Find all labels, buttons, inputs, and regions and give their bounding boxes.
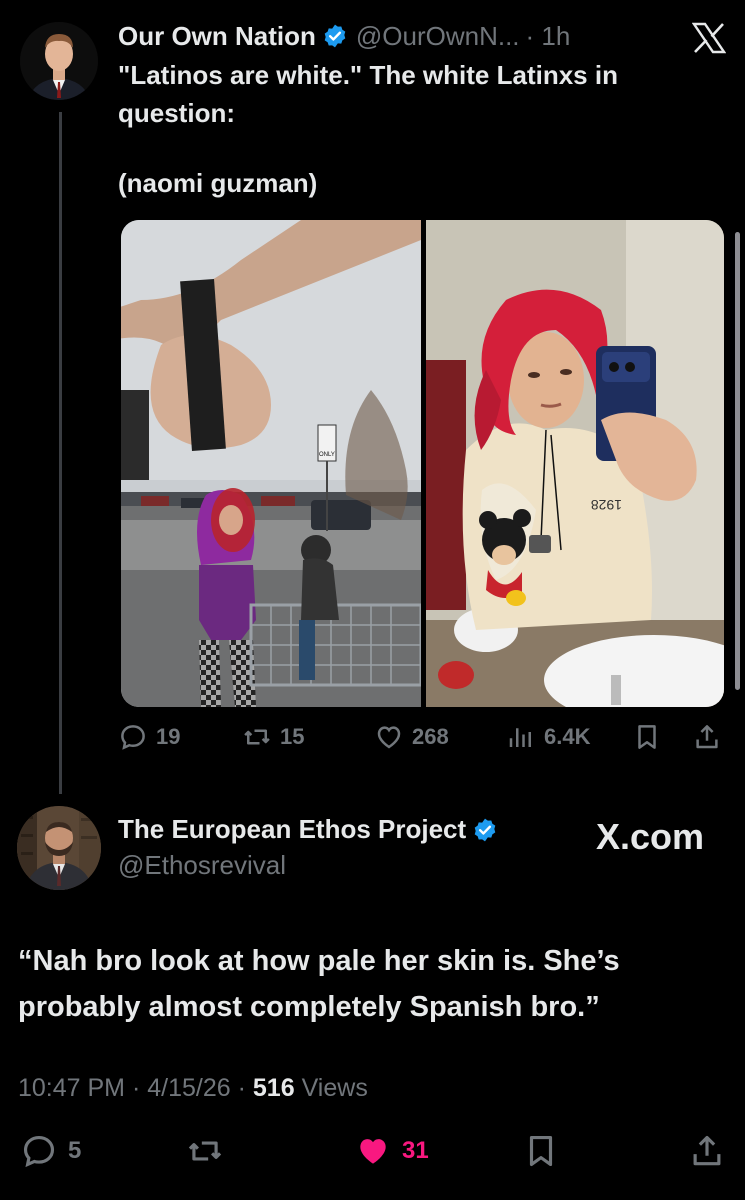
tweet1-header: Our Own Nation @OurOwnN... · 1h [118,18,570,54]
like-icon [360,1139,386,1164]
verified-badge-icon [324,24,346,48]
media-photo-bodycam[interactable]: ONLY [121,220,421,707]
tweet2-share-button[interactable] [688,1132,726,1170]
tweet1-repost-count: 15 [280,724,305,749]
hoodie-text: 1928 [591,497,622,513]
avatar-european-ethos-project[interactable] [17,806,101,890]
tweet2-reply-count: 5 [68,1137,82,1164]
tweet1-like-button[interactable]: 268 [374,722,449,752]
tweet2-like-count: 31 [402,1137,429,1164]
tweet1-repost-button[interactable]: 15 [242,722,304,752]
thread-connector-line [59,112,62,794]
meta-separator: · [131,1074,148,1102]
tweet2-author-row: The European Ethos Project [118,814,506,845]
reply-icon [23,1135,55,1168]
tweet2-date[interactable]: 4/15/26 [147,1074,230,1102]
bookmark-icon [638,725,656,749]
media-photo-selfie[interactable]: 1928 [426,220,724,707]
repost-icon [244,729,270,745]
tweet2-views-count: 516 [252,1074,295,1102]
tweet1-reply-button[interactable]: 19 [118,722,180,752]
tweet1-like-count: 268 [412,724,449,749]
tweet1-bookmark-button[interactable] [632,722,662,752]
tweet1-share-button[interactable] [692,722,722,752]
meta-separator: · [237,1074,253,1102]
tweet1-time[interactable]: · 1h [526,21,571,52]
avatar-our-own-nation[interactable] [20,22,98,100]
tweet1-views-count: 6.4K [544,724,591,749]
tweet1-subtext: (naomi guzman) [118,168,318,198]
tweet2-meta: 10:47 PM · 4/15/26 · 516 Views [18,1074,368,1103]
tweet2-repost-button[interactable] [186,1132,234,1170]
tweet2-reply-button[interactable]: 5 [20,1132,81,1170]
bookmark-icon [529,1135,553,1167]
tweet1-handle[interactable]: @OurOwnN... [356,21,520,52]
tweet2-bookmark-button[interactable] [522,1132,560,1170]
tweet1-reply-count: 19 [156,724,181,749]
share-icon [696,725,718,749]
like-icon [377,726,401,749]
share-icon [693,1135,721,1166]
tweet2-like-button[interactable]: 31 [354,1132,429,1170]
tweet1-action-bar: 19 15 268 6.4K [118,722,728,758]
tweet2-time[interactable]: 10:47 PM [18,1074,125,1102]
scrollbar[interactable] [735,232,740,690]
views-icon [509,728,531,747]
tweet2-views-label: Views [301,1074,368,1102]
reply-icon [121,725,145,750]
x-com-watermark: X.com [596,816,705,857]
tweet2-text: “Nah bro look at how pale her skin is. S… [18,945,620,1023]
verified-badge-icon [474,818,496,841]
tweet2-action-bar: 5 31 [0,1132,745,1180]
tweet1-text: "Latinos are white." The white Latinxs i… [118,60,618,128]
tweet1-author-name[interactable]: Our Own Nation [118,21,316,52]
x-logo-icon [692,22,726,54]
tweet1-media-grid[interactable]: ONLY 1928 [121,220,724,707]
repost-icon [188,1141,222,1161]
tweet1-views-button[interactable]: 6.4K [506,722,590,752]
tweet2-author-name[interactable]: The European Ethos Project [118,814,466,845]
tweet2-handle[interactable]: @Ethosrevival [118,850,286,881]
sign-only-text: ONLY [319,452,335,458]
